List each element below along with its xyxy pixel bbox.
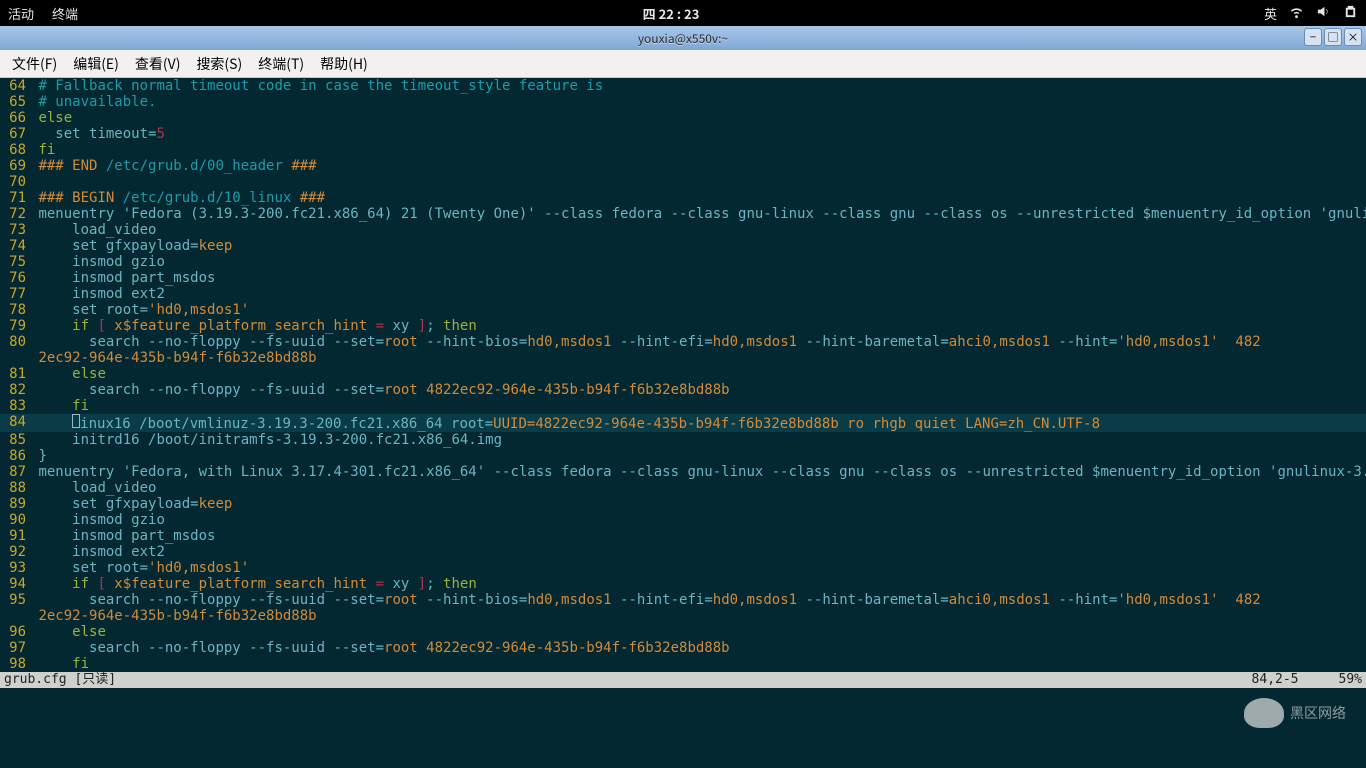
battery-icon[interactable] [1343,4,1358,23]
clock[interactable]: 四 22 : 23 [78,4,1264,23]
app-menu-terminal[interactable]: 终端 [52,4,78,23]
window-titlebar[interactable]: youxia@x550v:~ − □ × [0,26,1366,50]
gnome-topbar: 活动 终端 四 22 : 23 英 [0,0,1366,26]
maximize-button[interactable]: □ [1324,28,1342,46]
menu-edit[interactable]: 编辑(E) [65,52,127,76]
ime-indicator[interactable]: 英 [1264,4,1277,23]
activities-button[interactable]: 活动 [8,4,34,23]
menu-search[interactable]: 搜索(S) [188,52,250,76]
status-percent: 59% [1339,672,1362,688]
status-filename: grub.cfg [只读] [4,672,116,688]
status-position: 84,2-5 [1252,672,1299,688]
close-button[interactable]: × [1344,28,1362,46]
menu-view[interactable]: 查看(V) [127,52,189,76]
menu-help[interactable]: 帮助(H) [312,52,376,76]
menu-terminal[interactable]: 终端(T) [250,52,312,76]
cursor-line: 84 inux16 /boot/vmlinuz-3.19.3-200.fc21.… [0,414,1366,432]
minimize-button[interactable]: − [1304,28,1322,46]
terminal-menubar: 文件(F) 编辑(E) 查看(V) 搜索(S) 终端(T) 帮助(H) [0,50,1366,78]
wifi-icon[interactable] [1289,4,1304,23]
volume-icon[interactable] [1316,4,1331,23]
vim-statusbar: grub.cfg [只读] 84,2-5 59% [0,672,1366,688]
vim-cursor [72,414,80,428]
vim-editor[interactable]: 64 # Fallback normal timeout code in cas… [0,78,1366,768]
menu-file[interactable]: 文件(F) [4,52,65,76]
window-title: youxia@x550v:~ [638,30,728,47]
